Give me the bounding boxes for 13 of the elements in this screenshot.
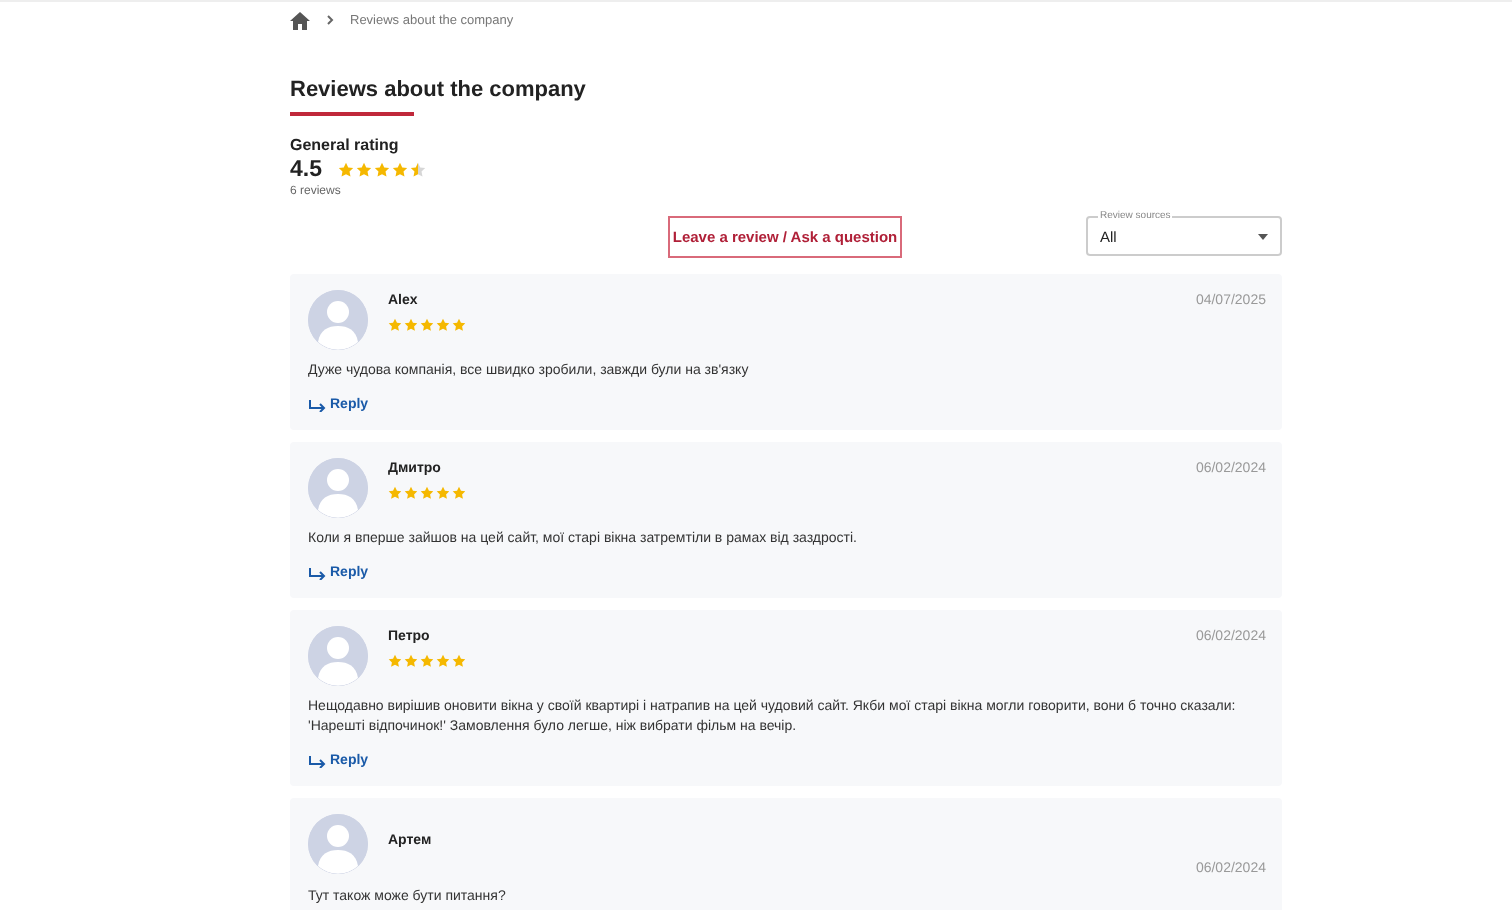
reply-arrow-icon <box>308 567 326 579</box>
avatar-icon <box>308 626 368 686</box>
reply-arrow-icon <box>308 755 326 767</box>
home-icon[interactable] <box>290 11 310 29</box>
avatar-icon <box>308 814 368 874</box>
avatar-icon <box>308 290 368 350</box>
rating-value: 4.5 <box>290 158 322 182</box>
page-heading: Reviews about the company <box>290 78 586 102</box>
rating-label: General rating <box>290 136 401 154</box>
chevron-icon <box>326 14 334 26</box>
reply-arrow-icon <box>308 399 326 411</box>
dropdown-icon <box>1258 233 1268 239</box>
avatar-icon <box>308 458 368 518</box>
